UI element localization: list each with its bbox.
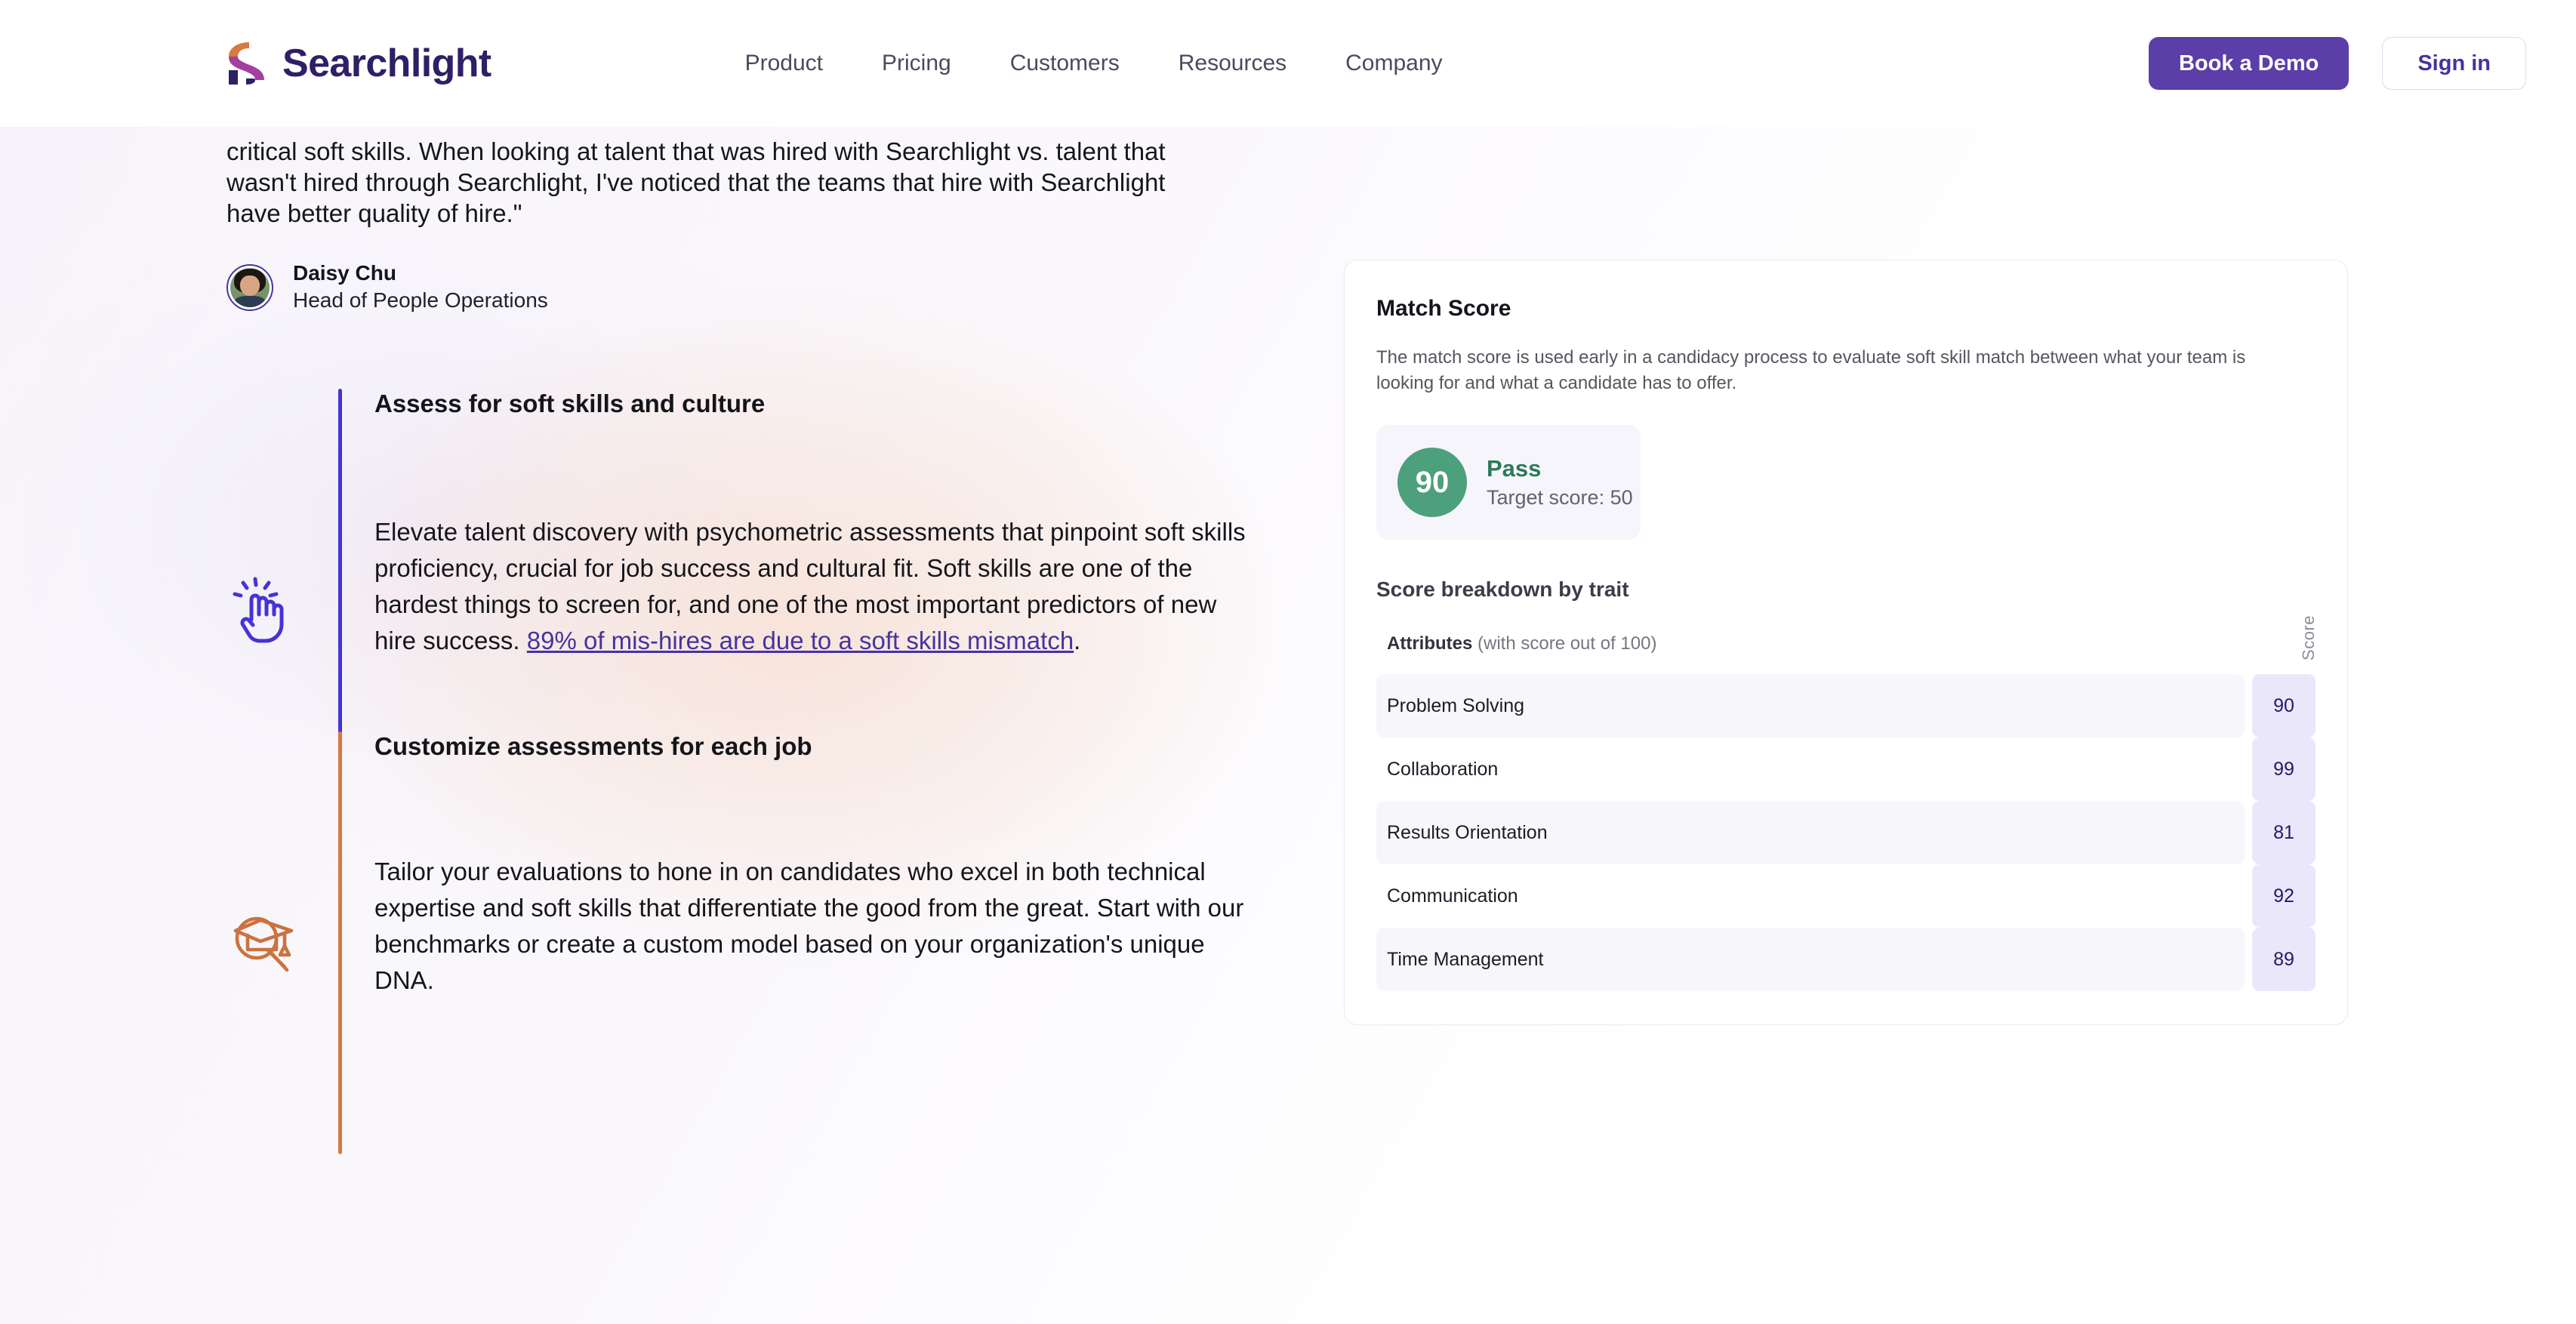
card-description: The match score is used early in a candi… [1376, 347, 2246, 393]
attributes-note: (with score out of 100) [1472, 633, 1657, 654]
score-breakdown-title: Score breakdown by trait [1376, 577, 1629, 601]
trait-score-table: Score Attributes (with score out of 100)… [1376, 615, 2318, 991]
author-name: Daisy Chu [293, 261, 396, 285]
avatar [226, 264, 273, 311]
trait-score-chip: 92 [2252, 864, 2316, 928]
site-header: Searchlight Product Pricing Customers Re… [0, 0, 2576, 127]
feature-assess-soft-skills: Assess for soft skills and culture Eleva… [226, 389, 1299, 878]
trait-name: Communication [1387, 885, 1518, 907]
feature-title: Assess for soft skills and culture [374, 390, 766, 417]
trait-name: Collaboration [1387, 758, 1499, 780]
table-row[interactable]: Results Orientation 81 [1376, 801, 2316, 864]
trait-score-chip: 81 [2252, 801, 2316, 864]
sign-in-button[interactable]: Sign in [2382, 37, 2526, 90]
brand-name: Searchlight [282, 42, 491, 85]
table-row[interactable]: Collaboration 99 [1376, 737, 2316, 801]
table-row[interactable]: Communication 92 [1376, 864, 2316, 928]
match-score-card: Match Score The match score is used earl… [1344, 260, 2348, 1025]
table-row[interactable]: Time Management 89 [1376, 928, 2316, 991]
trait-name: Results Orientation [1376, 801, 2245, 864]
card-title: Match Score [1376, 296, 1511, 321]
main-navigation: Product Pricing Customers Resources Comp… [745, 51, 1443, 76]
nav-item-company[interactable]: Company [1345, 51, 1442, 76]
target-score-label: Target score: 50 [1487, 486, 1633, 509]
testimonial-quote: critical soft skills. When looking at ta… [226, 137, 1166, 227]
feature-body-text-tail: . [1074, 627, 1081, 654]
brand-logo-link[interactable]: Searchlight [226, 41, 491, 86]
match-score-summary: 90 Pass Target score: 50 [1376, 425, 1641, 540]
nav-item-resources[interactable]: Resources [1179, 51, 1286, 76]
nav-item-customers[interactable]: Customers [1010, 51, 1120, 76]
testimonial-author: Daisy Chu Head of People Operations [226, 260, 1299, 315]
attributes-column-header: Attributes (with score out of 100) [1376, 633, 2316, 674]
score-value-circle: 90 [1397, 448, 1467, 517]
searchlight-logo-icon [226, 42, 266, 85]
score-verdict: Pass [1487, 455, 1542, 482]
left-content-column: critical soft skills. When looking at ta… [226, 127, 1299, 1154]
feature-accent-bar-orange [338, 731, 342, 1154]
nav-item-product[interactable]: Product [745, 51, 823, 76]
nav-item-pricing[interactable]: Pricing [882, 51, 951, 76]
feature-customize-assessments: Customize assessments for each job Tailo… [226, 731, 1299, 1154]
author-role: Head of People Operations [293, 288, 548, 312]
trait-score-chip: 99 [2252, 737, 2316, 801]
trait-name: Problem Solving [1376, 674, 2245, 737]
feature-body: Tailor your evaluations to hone in on ca… [374, 858, 1244, 994]
feature-title: Customize assessments for each job [374, 732, 812, 760]
trait-name: Time Management [1376, 928, 2245, 991]
soft-skills-mismatch-link[interactable]: 89% of mis-hires are due to a soft skill… [527, 627, 1074, 654]
attributes-label: Attributes [1387, 633, 1473, 654]
table-row[interactable]: Problem Solving 90 [1376, 674, 2316, 737]
trait-score-chip: 90 [2252, 674, 2316, 737]
header-actions: Book a Demo Sign in [2149, 37, 2526, 90]
trait-score-chip: 89 [2252, 928, 2316, 991]
score-column-label: Score [2299, 615, 2318, 660]
graduation-cap-search-icon [226, 908, 299, 981]
book-a-demo-button[interactable]: Book a Demo [2149, 37, 2350, 90]
tapping-hand-icon [226, 574, 299, 647]
feature-body: Elevate talent discovery with psychometr… [374, 514, 1250, 659]
page-root: Searchlight Product Pricing Customers Re… [0, 0, 2576, 1324]
